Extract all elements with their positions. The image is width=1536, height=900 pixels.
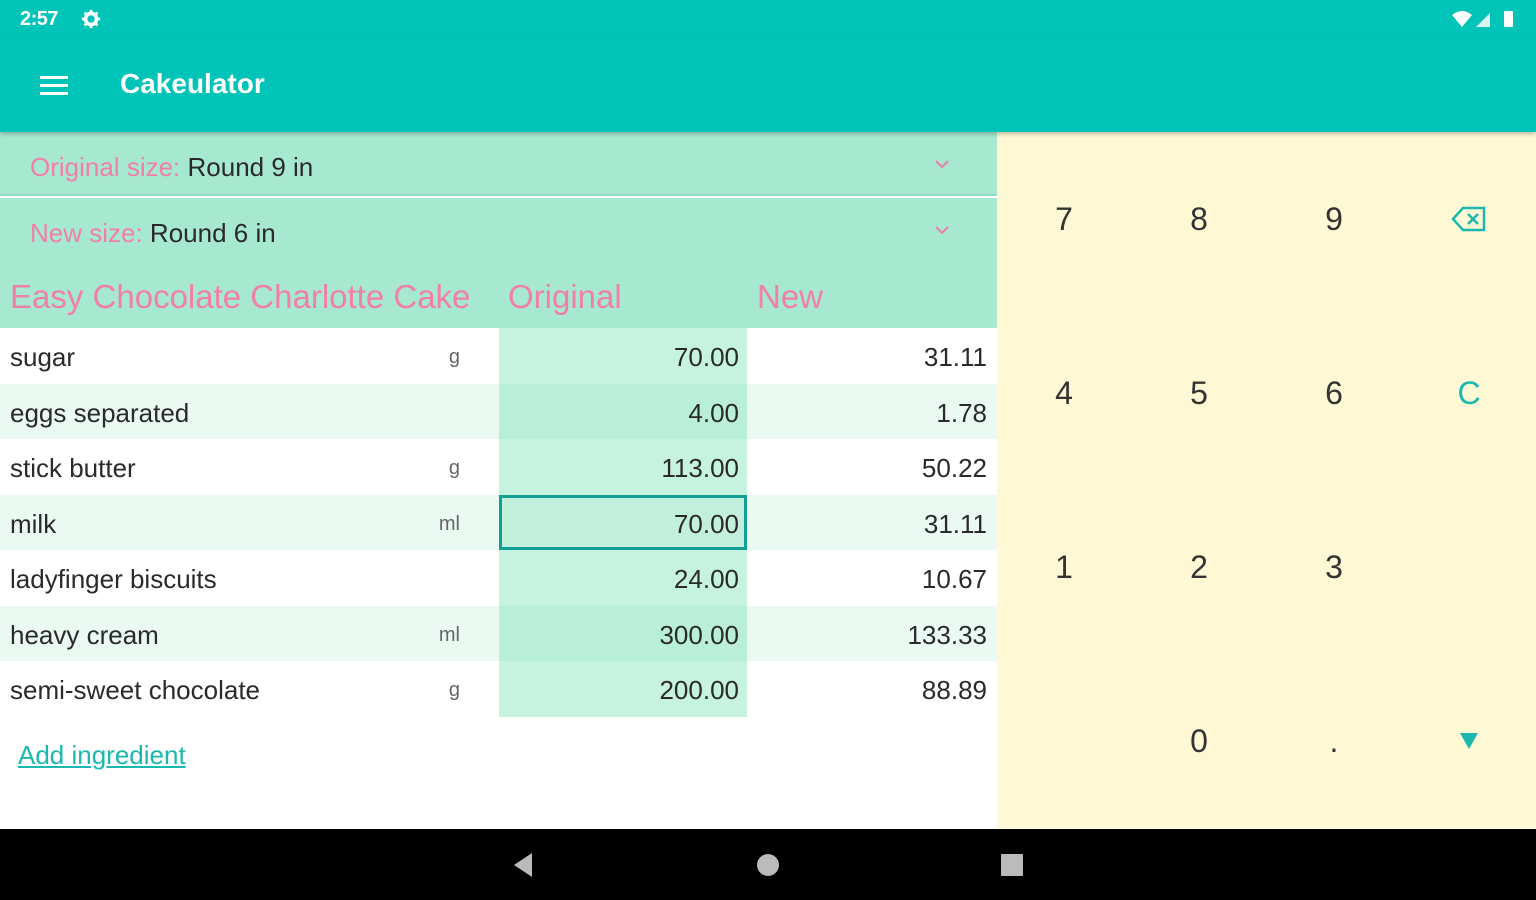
ingredient-unit: g xyxy=(448,679,460,701)
new-amount: 133.33 xyxy=(907,619,987,650)
ingredient-name[interactable]: stick butter xyxy=(10,453,136,484)
new-size-label: New size: Round 6 in xyxy=(30,218,276,248)
ingredient-unit: g xyxy=(448,346,460,368)
add-ingredient-link[interactable]: Add ingredient xyxy=(18,740,186,771)
new-amount: 10.67 xyxy=(921,564,987,594)
home-icon[interactable] xyxy=(752,849,784,881)
key-1[interactable]: 1 xyxy=(997,480,1131,654)
new-amount: 50.22 xyxy=(921,453,987,483)
table-row[interactable]: semi-sweet chocolate g 200.00 88.89 xyxy=(0,661,997,717)
table-row[interactable]: eggs separated 4.00 1.78 xyxy=(0,383,997,439)
original-amount-cell[interactable]: 24.00 xyxy=(499,550,747,606)
original-size-dropdown[interactable]: Original size: Round 9 in xyxy=(0,132,997,196)
new-amount: 31.11 xyxy=(923,508,987,539)
next-button[interactable] xyxy=(1402,654,1536,828)
original-amount: 24.00 xyxy=(673,564,739,594)
recipe-pane: Original size: Round 9 in New size: Roun… xyxy=(0,132,997,829)
key-3[interactable]: 3 xyxy=(1267,480,1401,654)
wifi-icon xyxy=(1452,11,1472,27)
ingredient-name[interactable]: sugar xyxy=(10,342,75,373)
key-8[interactable]: 8 xyxy=(1132,132,1266,306)
ingredient-name[interactable]: heavy cream xyxy=(10,620,159,651)
recents-icon[interactable] xyxy=(996,849,1028,881)
status-indicators xyxy=(1452,11,1513,27)
new-amount: 31.11 xyxy=(923,342,987,372)
new-column-header: New xyxy=(757,278,824,315)
hamburger-menu-icon[interactable] xyxy=(30,66,78,106)
table-row[interactable]: ladyfinger biscuits 24.00 10.67 xyxy=(0,550,997,606)
status-time: 2:57 xyxy=(20,8,59,30)
key-4[interactable]: 4 xyxy=(997,306,1131,480)
key-decimal[interactable]: . xyxy=(1267,654,1401,828)
ingredient-unit: ml xyxy=(438,512,460,535)
key-2[interactable]: 2 xyxy=(1132,480,1266,654)
triangle-down-icon xyxy=(1460,733,1478,749)
original-size-label: Original size: Round 9 in xyxy=(30,152,314,182)
original-amount-cell[interactable]: 300.00 xyxy=(499,605,747,661)
ingredient-name[interactable]: semi-sweet chocolate xyxy=(10,675,260,706)
battery-icon xyxy=(1504,11,1513,27)
system-nav-bar xyxy=(0,829,1536,900)
key-5[interactable]: 5 xyxy=(1132,306,1266,480)
table-header: Easy Chocolate Charlotte Cake Original N… xyxy=(0,262,997,328)
original-amount: 113.00 xyxy=(661,453,739,483)
new-size-value: Round 6 in xyxy=(142,218,276,248)
new-amount: 1.78 xyxy=(936,397,987,428)
gear-icon xyxy=(81,9,101,29)
back-icon[interactable] xyxy=(508,849,540,881)
ingredient-list: sugar g 70.00 31.11 eggs separated 4.00 1.78 st… xyxy=(0,328,997,717)
original-amount-cell[interactable]: 200.00 xyxy=(499,661,747,717)
key-7[interactable]: 7 xyxy=(997,132,1131,306)
keypad: 7 8 9 4 5 6 C 1 2 3 0 . xyxy=(997,132,1536,829)
original-amount: 4.00 xyxy=(688,397,739,428)
ingredient-name[interactable]: eggs separated xyxy=(10,398,189,429)
original-size-value: Round 9 in xyxy=(180,152,314,182)
signal-icon xyxy=(1476,13,1490,27)
ingredient-name[interactable]: ladyfinger biscuits xyxy=(10,564,217,595)
chevron-down-icon xyxy=(935,226,949,235)
chevron-down-icon xyxy=(935,160,949,169)
original-amount-cell[interactable]: 70.00 xyxy=(499,494,747,550)
ingredient-name[interactable]: milk xyxy=(10,509,56,540)
ingredient-unit: g xyxy=(448,457,460,479)
table-row[interactable]: heavy cream ml 300.00 133.33 xyxy=(0,605,997,661)
ingredient-unit: ml xyxy=(438,623,460,646)
clear-button[interactable]: C xyxy=(1402,306,1536,480)
key-6[interactable]: 6 xyxy=(1267,306,1401,480)
original-amount: 300.00 xyxy=(659,619,739,650)
original-amount-cell[interactable]: 113.00 xyxy=(499,439,747,495)
original-column-header: Original xyxy=(508,278,622,315)
new-size-dropdown[interactable]: New size: Round 6 in xyxy=(0,198,997,262)
table-row[interactable]: milk ml 70.00 31.11 xyxy=(0,494,997,550)
status-bar: 2:57 xyxy=(0,0,1536,38)
app-bar: Cakeulator xyxy=(0,38,1536,132)
table-row[interactable]: sugar g 70.00 31.11 xyxy=(0,328,997,384)
original-amount: 200.00 xyxy=(659,675,739,705)
recipe-title[interactable]: Easy Chocolate Charlotte Cake xyxy=(10,278,470,316)
app-title: Cakeulator xyxy=(120,68,265,99)
table-row[interactable]: stick butter g 113.00 50.22 xyxy=(0,439,997,495)
original-amount-cell[interactable]: 4.00 xyxy=(499,383,747,439)
new-amount: 88.89 xyxy=(921,675,987,705)
original-amount: 70.00 xyxy=(673,342,739,372)
original-amount: 70.00 xyxy=(673,508,739,539)
original-amount-cell[interactable]: 70.00 xyxy=(499,328,747,384)
backspace-icon xyxy=(1451,206,1486,232)
backspace-button[interactable] xyxy=(1402,132,1536,306)
key-9[interactable]: 9 xyxy=(1267,132,1401,306)
key-0[interactable]: 0 xyxy=(1132,654,1266,828)
